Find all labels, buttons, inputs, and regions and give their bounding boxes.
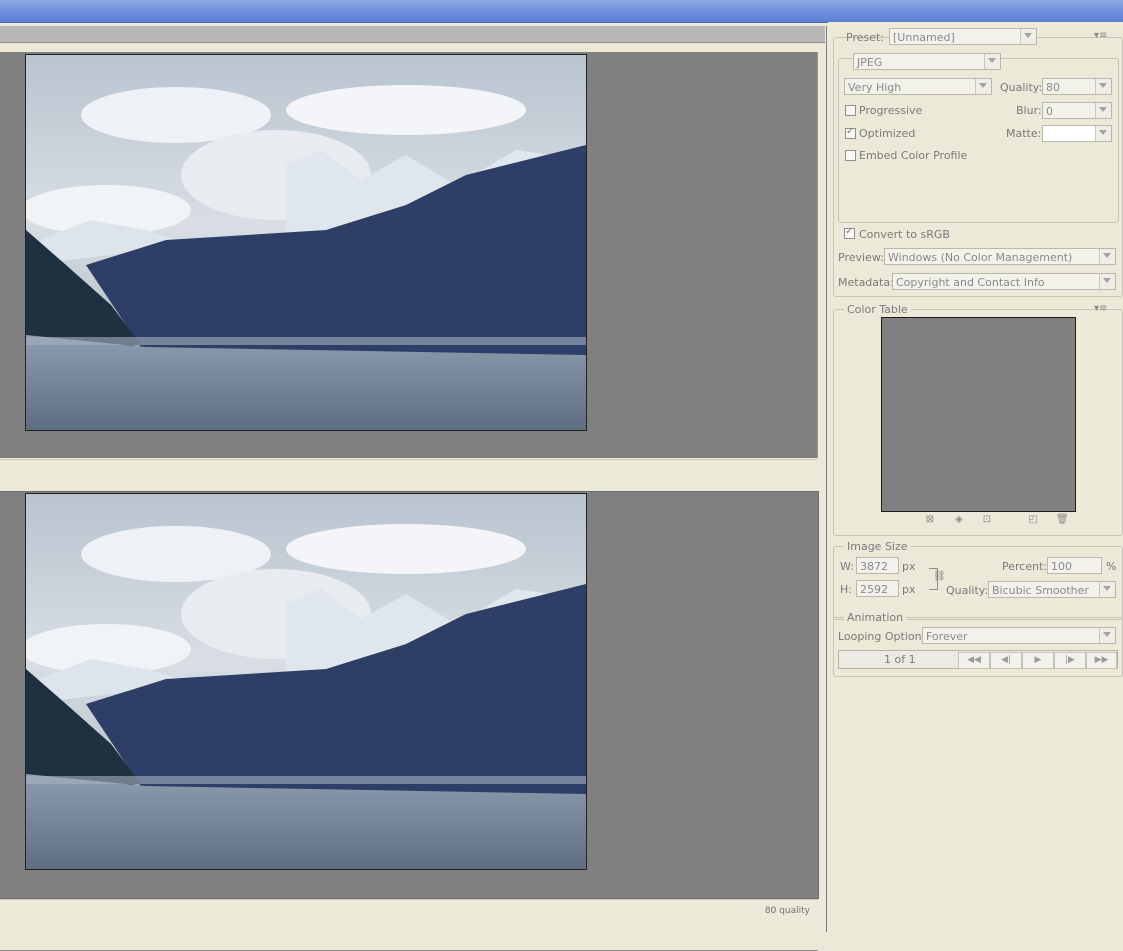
looping-options-dropdown[interactable]: Forever — [922, 627, 1116, 644]
width-value: 3872 — [860, 560, 888, 573]
window-title-bar — [0, 0, 1123, 23]
delete-color-icon[interactable]: 🗑 — [1056, 515, 1069, 525]
animation-controls: 1 of 1 ◀◀ ◀| ▶ |▶ ▶▶ — [838, 650, 1118, 669]
resample-quality-label: Quality: — [946, 584, 989, 597]
settings-panel: Preset: [Unnamed] ▾≡ JPEG Very High Qual… — [828, 22, 1123, 932]
width-label: W: — [840, 560, 854, 573]
optimized-label: Optimized — [859, 127, 916, 140]
preview-label: Preview: — [838, 251, 884, 264]
caret-down-icon — [1103, 632, 1111, 637]
percent-input[interactable]: 100 — [1047, 557, 1102, 574]
percent-value: 100 — [1051, 560, 1072, 573]
height-value: 2592 — [860, 583, 888, 596]
image-size-title: Image Size — [844, 540, 911, 553]
convert-srgb-checkbox[interactable] — [844, 226, 855, 239]
preset-label: Preset: — [846, 31, 885, 44]
matte-label: Matte: — [1006, 127, 1042, 140]
quality-label: Quality: — [1000, 81, 1043, 94]
caret-down-icon — [1103, 586, 1111, 591]
optimized-checkbox[interactable] — [845, 126, 856, 139]
height-input[interactable]: 2592 — [856, 580, 899, 597]
looping-options-value: Forever — [926, 630, 968, 643]
caret-down-icon — [1099, 83, 1107, 88]
blur-label: Blur: — [1016, 104, 1042, 117]
format-dropdown[interactable]: JPEG — [853, 53, 1001, 70]
preview-area: 80 quality — [0, 26, 827, 951]
compression-dropdown[interactable]: Very High — [844, 78, 992, 95]
caret-down-icon — [1103, 253, 1111, 258]
metadata-value: Copyright and Contact Info — [896, 276, 1045, 289]
last-frame-button[interactable]: ▶▶ — [1086, 652, 1117, 669]
metadata-label: Metadata: — [838, 276, 894, 289]
caret-down-icon — [979, 83, 987, 88]
format-value: JPEG — [857, 56, 883, 69]
panel-menu-icon[interactable]: ▾≡ — [1094, 303, 1107, 314]
quality-value: 80 — [1046, 81, 1060, 94]
resample-quality-value: Bicubic Smoother — [992, 584, 1089, 597]
preview-dropdown[interactable]: Windows (No Color Management) — [884, 248, 1116, 265]
progressive-label: Progressive — [859, 104, 923, 117]
percent-unit: % — [1106, 560, 1117, 573]
matte-dropdown[interactable] — [1042, 125, 1112, 142]
quality-caption: 80 quality — [764, 906, 810, 916]
preview-value: Windows (No Color Management) — [888, 251, 1073, 264]
caret-down-icon — [1099, 130, 1107, 135]
new-color-icon[interactable]: ◰ — [1028, 515, 1038, 525]
web-shift-icon[interactable]: ◈ — [954, 515, 964, 525]
looping-options-label: Looping Options: — [838, 630, 932, 643]
caret-down-icon — [1024, 33, 1032, 38]
play-button[interactable]: ▶ — [1022, 652, 1054, 669]
previous-frame-button[interactable]: ◀| — [990, 652, 1022, 669]
chain-link-icon[interactable]: ⛓ — [933, 571, 946, 582]
blur-value: 0 — [1046, 105, 1053, 118]
caret-down-icon — [1103, 278, 1111, 283]
color-table-swatches[interactable] — [881, 317, 1076, 512]
color-table-title: Color Table — [844, 303, 911, 316]
resample-quality-dropdown[interactable]: Bicubic Smoother — [988, 581, 1116, 598]
progressive-checkbox[interactable] — [845, 105, 856, 116]
optimized-info-strip: 80 quality — [0, 899, 818, 951]
preset-dropdown[interactable]: [Unnamed] — [889, 28, 1037, 45]
optimized-image — [25, 493, 587, 870]
caret-down-icon — [988, 58, 996, 63]
preset-value: [Unnamed] — [893, 31, 955, 44]
percent-label: Percent: — [1002, 560, 1048, 573]
lock-color-icon[interactable]: ⊡ — [982, 515, 992, 525]
height-label: H: — [840, 583, 852, 596]
height-unit: px — [902, 583, 916, 596]
compression-value: Very High — [848, 81, 902, 94]
frame-counter: 1 of 1 — [884, 653, 916, 666]
animation-title: Animation — [844, 611, 907, 624]
width-input[interactable]: 3872 — [856, 557, 899, 574]
original-image — [25, 54, 587, 431]
map-transparency-icon[interactable]: ⊠ — [925, 515, 935, 525]
next-frame-button[interactable]: |▶ — [1054, 652, 1086, 669]
convert-srgb-label: Convert to sRGB — [859, 228, 950, 241]
blur-dropdown[interactable]: 0 — [1042, 102, 1112, 119]
quality-dropdown[interactable]: 80 — [1042, 78, 1112, 95]
panel-menu-icon[interactable]: ▾≡ — [1094, 30, 1107, 41]
metadata-dropdown[interactable]: Copyright and Contact Info — [892, 273, 1116, 290]
embed-color-profile-checkbox[interactable] — [845, 150, 856, 161]
caret-down-icon — [1099, 107, 1107, 112]
embed-color-profile-label: Embed Color Profile — [859, 149, 968, 162]
preview-tab-strip — [0, 26, 825, 43]
width-unit: px — [902, 560, 916, 573]
first-frame-button[interactable]: ◀◀ — [958, 652, 990, 669]
